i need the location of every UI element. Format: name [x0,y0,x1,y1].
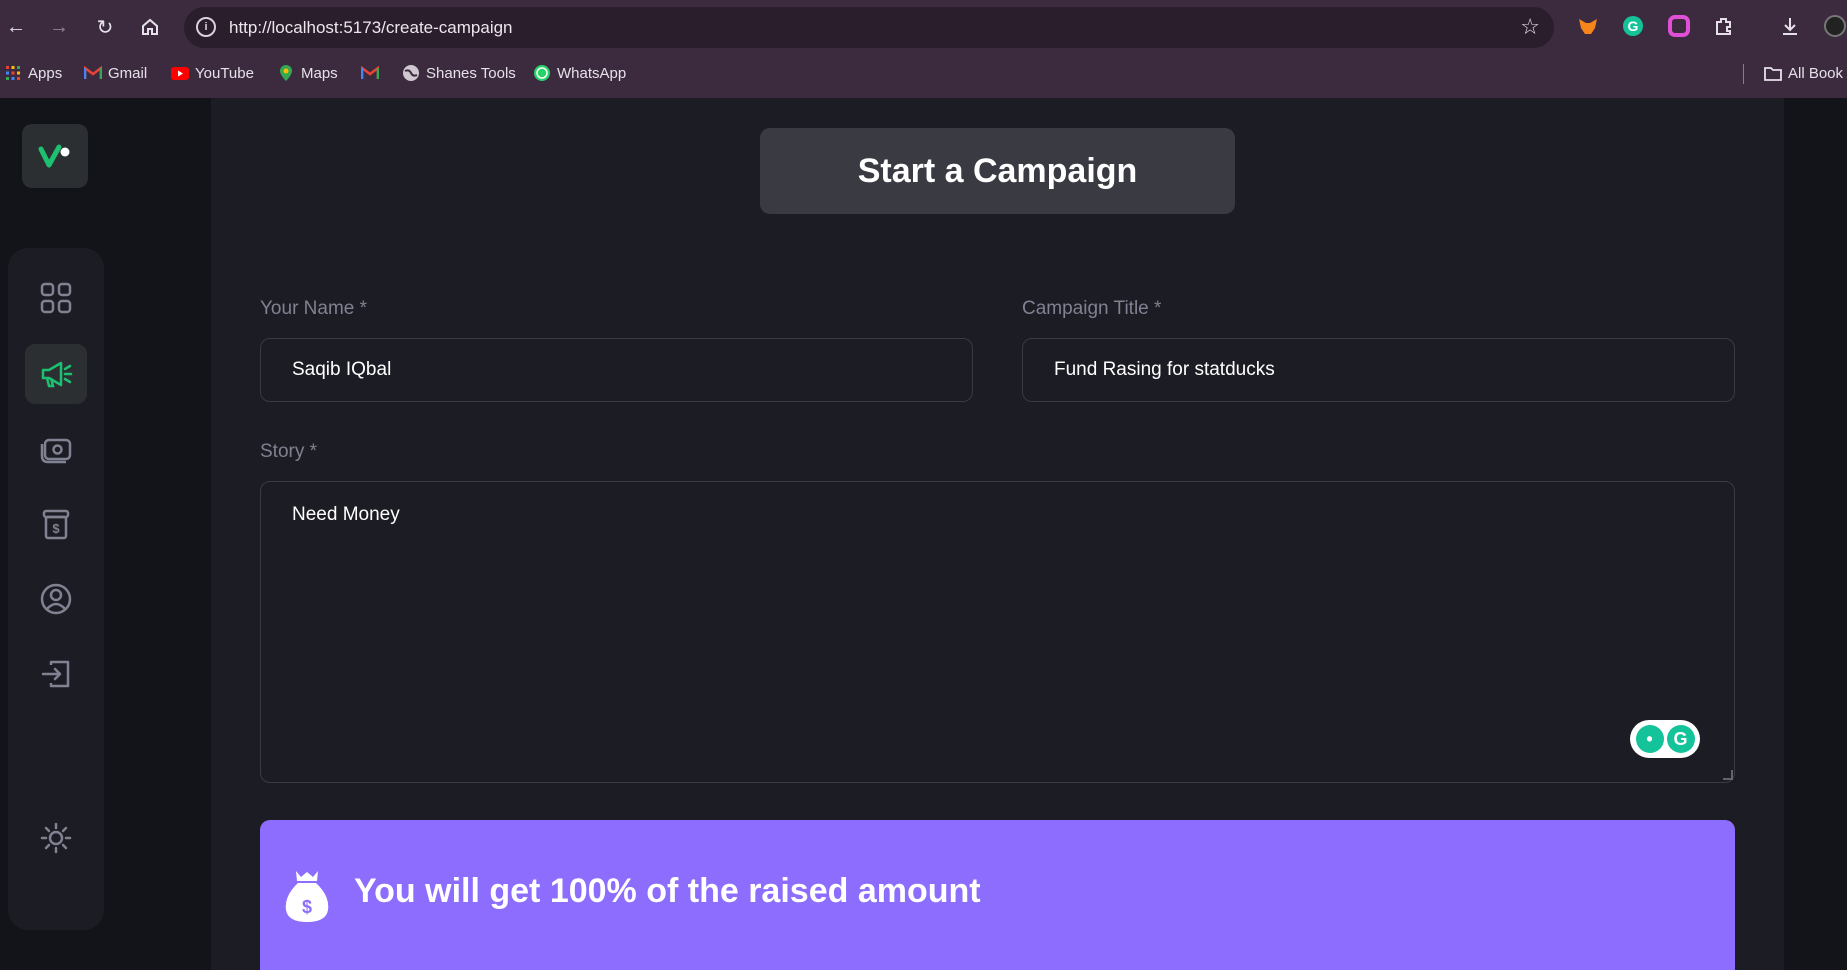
app-viewport: $ Start a Campaign Your Name * Saqib IQb… [0,98,1847,970]
grammarly-icon[interactable]: G [1621,14,1645,38]
bookmark-shanes-tools[interactable]: Shanes Tools [402,64,516,82]
gmail-icon [84,64,102,82]
bookmarks-bar: Apps Gmail YouTube Maps Shanes Tools Wha… [0,58,1847,88]
site-info-icon[interactable]: i [196,17,216,37]
megaphone-icon [41,361,73,388]
name-label: Your Name * [260,298,368,319]
extensions-icon[interactable] [1712,14,1736,38]
address-bar[interactable]: i http://localhost:5173/create-campaign … [184,7,1554,48]
page-title: Start a Campaign [857,151,1138,190]
browser-toolbar: ← → ↻ i http://localhost:5173/create-cam… [0,0,1847,55]
dashboard-grid-icon [40,282,72,314]
sun-icon [40,822,72,854]
sidebar: $ [8,248,104,930]
svg-text:$: $ [302,897,312,917]
maps-pin-icon [277,64,295,82]
app-logo[interactable] [22,124,88,188]
sidebar-item-create-campaign[interactable] [25,344,87,404]
metamask-icon[interactable] [1576,14,1600,38]
campaign-title-label: Campaign Title * [1022,298,1162,319]
grammarly-widget[interactable]: • G [1630,720,1700,758]
url-text[interactable]: http://localhost:5173/create-campaign [229,18,513,38]
svg-text:$: $ [52,521,60,536]
forward-icon[interactable]: → [45,13,73,41]
sidebar-item-withdraw[interactable]: $ [25,494,87,554]
bookmark-label: Gmail [108,64,148,82]
color-picker-icon[interactable] [1667,14,1691,38]
bookmark-apps[interactable]: Apps [4,64,62,82]
bookmark-maps[interactable]: Maps [277,64,338,82]
logo-icon [38,144,70,168]
sidebar-item-dashboard[interactable] [25,268,87,328]
textarea-resize-handle[interactable] [1723,770,1733,780]
bookmark-gmail-2[interactable] [361,64,379,82]
apps-grid-icon [4,64,22,82]
svg-text:G: G [1628,18,1639,34]
campaign-title-input[interactable]: Fund Rasing for statducks [1022,338,1735,402]
bookmark-label: Maps [301,64,338,82]
logout-icon [41,660,70,688]
camera-money-icon [40,438,72,464]
youtube-icon [171,64,189,82]
bookmark-label: WhatsApp [557,64,627,82]
bookmark-label: YouTube [195,64,254,82]
sidebar-item-payment[interactable] [25,419,87,479]
sidebar-item-logout[interactable] [25,644,87,704]
sidebar-item-theme-toggle[interactable] [25,808,87,868]
create-campaign-panel: Start a Campaign Your Name * Saqib IQbal… [211,98,1784,970]
whatsapp-icon [533,64,551,82]
globe-icon [402,64,420,82]
bookmarks-separator [1743,64,1744,84]
grammarly-idea-icon[interactable]: • [1635,725,1664,753]
bookmark-label: Apps [28,64,63,82]
user-circle-icon [40,583,72,615]
money-bag-icon: $ [285,871,329,922]
bookmark-star-icon[interactable]: ☆ [1520,14,1540,40]
folder-icon [1764,64,1782,82]
profile-avatar-icon[interactable] [1823,14,1847,38]
reload-icon[interactable]: ↻ [91,13,119,41]
all-bookmarks[interactable]: All Book [1764,64,1843,82]
story-label: Story * [260,441,318,462]
download-icon[interactable] [1778,14,1802,38]
grammarly-icon[interactable]: G [1666,725,1695,753]
back-icon[interactable]: ← [2,13,30,41]
page-title-box: Start a Campaign [760,128,1235,214]
browser-chrome: ← → ↻ i http://localhost:5173/create-cam… [0,0,1847,98]
all-bookmarks-label: All Book [1788,64,1844,82]
cash-register-icon: $ [42,509,70,540]
info-banner: $ You will get 100% of the raised amount [260,820,1735,970]
banner-text: You will get 100% of the raised amount [354,872,981,910]
home-icon[interactable] [136,13,164,41]
page-right-gutter [1784,98,1847,970]
gmail-icon [361,64,379,82]
bookmark-whatsapp[interactable]: WhatsApp [533,64,626,82]
sidebar-item-profile[interactable] [25,569,87,629]
bookmark-youtube[interactable]: YouTube [171,64,254,82]
bookmark-gmail[interactable]: Gmail [84,64,147,82]
story-textarea[interactable]: Need Money [260,481,1735,783]
bookmark-label: Shanes Tools [426,64,516,82]
name-input[interactable]: Saqib IQbal [260,338,973,402]
